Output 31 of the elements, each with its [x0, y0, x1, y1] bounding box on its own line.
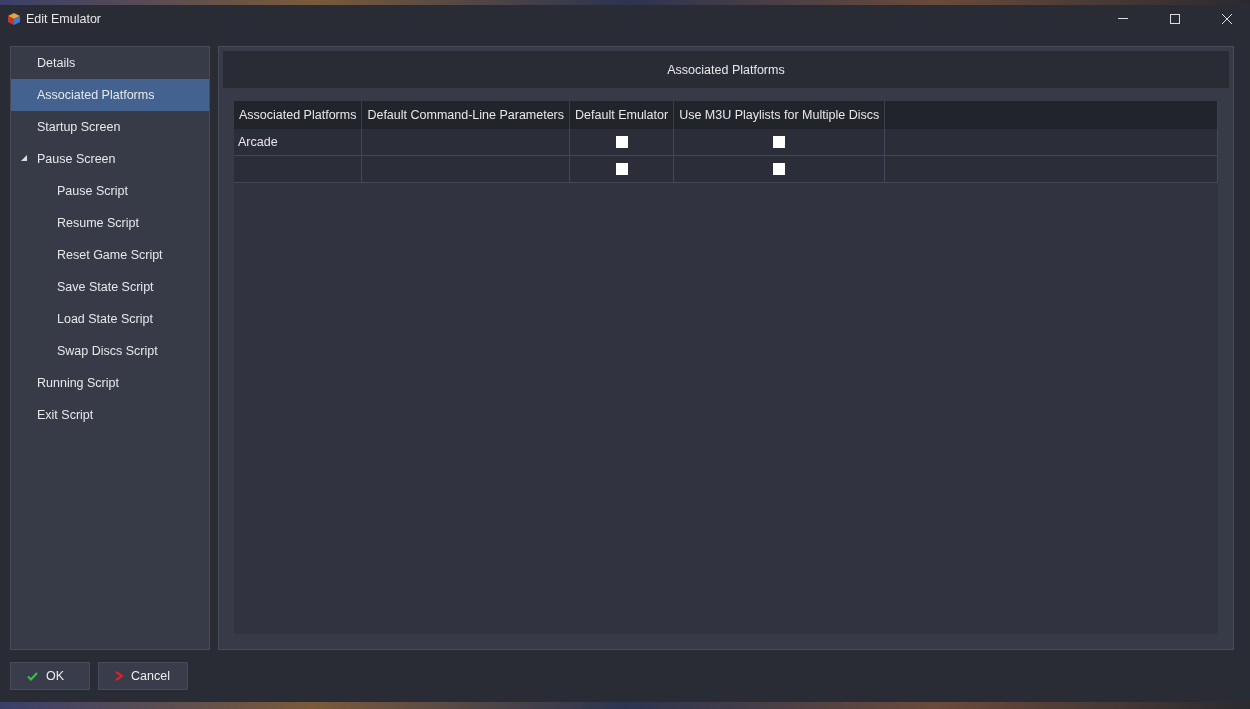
column-header[interactable]: Default Command-Line Parameters	[361, 101, 570, 129]
table-cell: Arcade	[234, 129, 362, 156]
sidebar-item[interactable]: Exit Script	[11, 399, 209, 431]
check-icon	[27, 671, 38, 681]
ok-button[interactable]: OK	[10, 662, 90, 690]
column-header[interactable]: Default Emulator	[569, 101, 674, 129]
sidebar-item[interactable]: Pause Script	[11, 175, 209, 207]
minimize-icon	[1118, 18, 1128, 19]
expanded-triangle-icon[interactable]	[21, 155, 27, 161]
sidebar-item[interactable]: Running Script	[11, 367, 209, 399]
sidebar-item[interactable]: Pause Screen	[11, 143, 209, 175]
window-title: Edit Emulator	[26, 11, 102, 26]
sidebar-item[interactable]: Swap Discs Script	[11, 335, 209, 367]
sidebar-item[interactable]: Details	[11, 47, 209, 79]
checkbox[interactable]	[615, 163, 628, 175]
column-header[interactable]: Associated Platforms	[234, 101, 362, 129]
checkbox[interactable]	[773, 136, 786, 148]
sidebar-item[interactable]: Reset Game Script	[11, 239, 209, 271]
sidebar-item[interactable]: Startup Screen	[11, 111, 209, 143]
column-header[interactable]: Use M3U Playlists for Multiple Discs	[673, 101, 885, 129]
checkbox[interactable]	[773, 163, 786, 175]
checkbox[interactable]	[615, 136, 628, 148]
panel-title: Associated Platforms	[667, 62, 785, 77]
maximize-icon	[1170, 13, 1180, 24]
sidebar-item[interactable]: Load State Script	[11, 303, 209, 335]
close-icon	[1222, 13, 1232, 24]
cancel-button[interactable]: Cancel	[98, 662, 188, 690]
sidebar-item[interactable]: Associated Platforms	[11, 79, 209, 111]
sidebar-item[interactable]: Save State Script	[11, 271, 209, 303]
sidebar-item[interactable]: Resume Script	[11, 207, 209, 239]
app-logo-icon	[8, 12, 20, 25]
